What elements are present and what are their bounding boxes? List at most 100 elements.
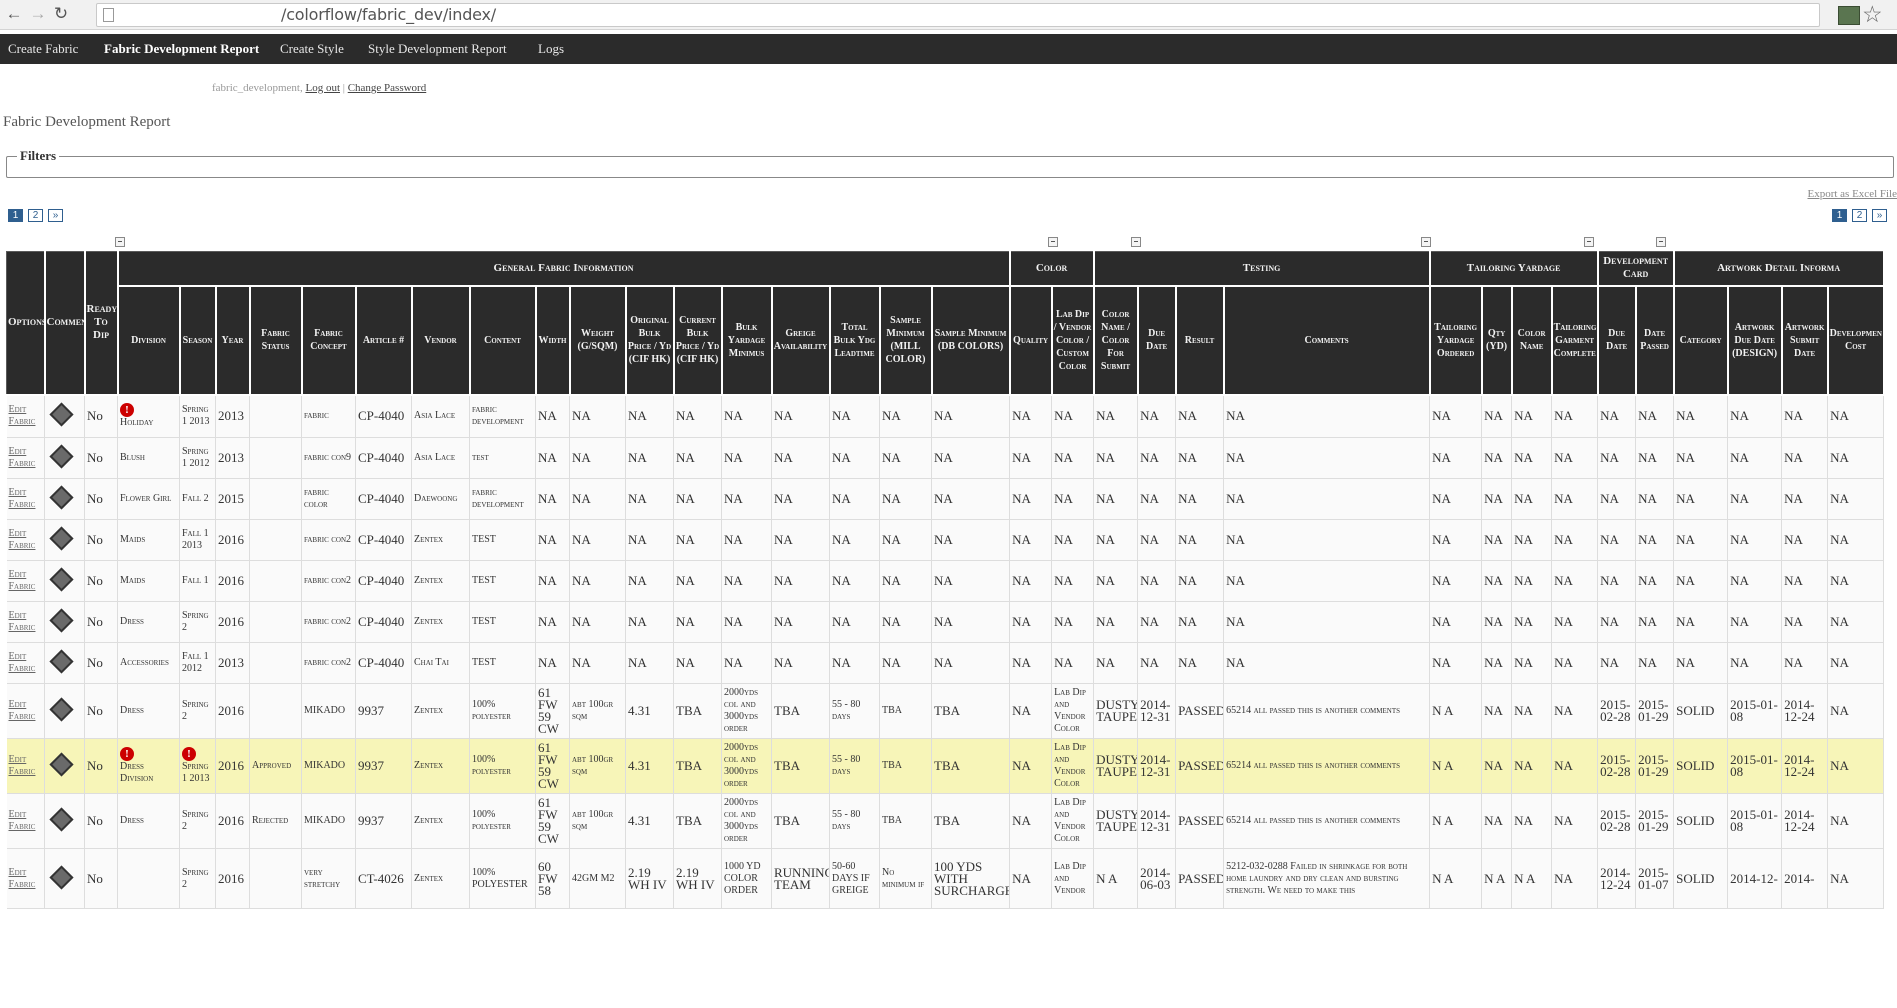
comment-diamond-icon[interactable] (49, 444, 74, 469)
column-header[interactable]: Original Bulk Price / Yd (CIF HK) (625, 285, 675, 396)
edit-fabric-link[interactable]: Edit Fabric (6, 601, 45, 643)
table-row[interactable]: Edit Fabric No Dress Spring 2 2016 MIKADO 9937… (6, 683, 1885, 739)
nav-style-development-report[interactable]: Style Development Report (368, 34, 507, 64)
table-row[interactable]: Edit Fabric No! Dress Division! Spring 1 20… (6, 738, 1885, 794)
column-header[interactable]: Comments (1223, 285, 1431, 396)
forward-icon[interactable]: → (28, 4, 48, 24)
page-2-button[interactable]: 2 (28, 209, 43, 222)
edit-fabric-link[interactable]: Edit Fabric (6, 519, 45, 561)
next-page-button[interactable]: » (48, 209, 63, 222)
column-header[interactable]: Comment (44, 251, 86, 396)
column-header[interactable]: Color Name / Color For Submit (1093, 285, 1139, 396)
bookmark-star-icon[interactable]: ☆ (1862, 1, 1883, 27)
column-header[interactable]: Lab Dip / Vendor Color / Custom Color (1051, 285, 1095, 396)
column-header[interactable]: Developmen Cost (1827, 285, 1885, 396)
column-header[interactable]: Fabric Status (249, 285, 303, 396)
page-2-button[interactable]: 2 (1852, 209, 1867, 222)
column-header[interactable]: Artwork Due Date (DESIGN) (1727, 285, 1783, 396)
table-row[interactable]: Edit Fabric No Dress Spring 2 2016 Rejected MI… (6, 793, 1885, 849)
nav-create-style[interactable]: Create Style (280, 34, 344, 64)
comment-diamond-icon[interactable] (49, 864, 74, 890)
alert-info-icon[interactable]: ! (120, 747, 134, 761)
comment-diamond-icon[interactable] (49, 697, 74, 722)
nav-fabric-development-report[interactable]: Fabric Development Report (104, 34, 259, 64)
collapse-toggle-icon[interactable] (115, 237, 125, 247)
column-header[interactable]: Color Name (1511, 285, 1553, 396)
table-row[interactable]: Edit Fabric No Maids Fall 1 2016 fabric con2 C… (6, 560, 1885, 602)
column-header[interactable]: Fabric Concept (301, 285, 357, 396)
filters-legend[interactable]: Filters (17, 148, 60, 164)
column-header[interactable]: Season (179, 285, 217, 396)
change-password-link[interactable]: Change Password (348, 82, 427, 94)
column-header[interactable]: Greige Availability (771, 285, 831, 396)
comment-diamond-icon[interactable] (49, 752, 74, 777)
column-header[interactable]: Sample Minimum (MILL COLOR) (879, 285, 933, 396)
table-row[interactable]: Edit Fabric No Dress Spring 2 2016 fabric con… (6, 601, 1885, 643)
comment-diamond-icon[interactable] (49, 526, 74, 551)
table-row[interactable]: Edit Fabric No Flower Girl Fall 2 2015 fabric… (6, 478, 1885, 520)
edit-fabric-link[interactable]: Edit Fabric (6, 642, 45, 684)
collapse-toggle-icon[interactable] (1584, 237, 1594, 247)
comment-diamond-icon[interactable] (49, 649, 74, 674)
nav-create-fabric[interactable]: Create Fabric (8, 34, 78, 64)
edit-fabric-link[interactable]: Edit Fabric (6, 738, 45, 794)
table-row[interactable]: Edit Fabric No Maids Fall 1 2013 2016 fabric … (6, 519, 1885, 561)
comment-diamond-icon[interactable] (49, 608, 74, 633)
column-header[interactable]: Current Bulk Price / Yd (CIF HK) (673, 285, 723, 396)
edit-fabric-link[interactable]: Edit Fabric (6, 683, 45, 739)
edit-fabric-link[interactable]: Edit Fabric (6, 478, 45, 520)
column-header[interactable]: Bulk Yardage Minimus (721, 285, 773, 396)
table-row[interactable]: Edit Fabric No Accessories Fall 1 2012 2013 f… (6, 642, 1885, 684)
column-header[interactable]: Division (117, 285, 181, 396)
table-row[interactable]: Edit Fabric No Spring 2 2016 very stretchy CT… (6, 848, 1885, 909)
comment-diamond-icon[interactable] (49, 807, 74, 832)
comment-diamond-icon[interactable] (49, 485, 74, 510)
column-header[interactable]: Artwork Submit Date (1781, 285, 1829, 396)
column-header[interactable]: Quality (1009, 285, 1053, 396)
export-excel-link[interactable]: Export as Excel File (1807, 188, 1897, 200)
back-icon[interactable]: ← (4, 4, 24, 24)
column-header[interactable]: Options (6, 251, 46, 396)
column-header[interactable]: Article # (355, 285, 413, 396)
page-1-button[interactable]: 1 (8, 209, 23, 222)
column-header[interactable]: Tailoring Garment Complete (1551, 285, 1599, 396)
column-header[interactable]: Total Bulk Ydg Leadtime (829, 285, 881, 396)
reload-icon[interactable]: ↻ (51, 4, 71, 24)
column-header[interactable]: Result (1175, 285, 1225, 396)
edit-fabric-link[interactable]: Edit Fabric (6, 848, 45, 909)
nav-logs[interactable]: Logs (538, 34, 564, 64)
column-header[interactable]: Date Passed (1635, 285, 1675, 396)
table-row[interactable]: Edit Fabric No! Holiday Spring 1 2013 2013 fa… (6, 394, 1885, 438)
table-row[interactable]: Edit Fabric No Blush Spring 1 2012 2013 fabri… (6, 437, 1885, 479)
collapse-toggle-icon[interactable] (1421, 237, 1431, 247)
comment-diamond-icon[interactable] (49, 567, 74, 592)
address-bar[interactable]: /colorflow/fabric_dev/index/ (96, 3, 1820, 27)
collapse-toggle-icon[interactable] (1131, 237, 1141, 247)
column-header[interactable]: Weight (G/SQM) (569, 285, 627, 396)
column-header[interactable]: Content (469, 285, 537, 396)
column-header[interactable]: Due Date (1597, 285, 1637, 396)
column-header[interactable]: Category (1673, 285, 1729, 396)
edit-fabric-link[interactable]: Edit Fabric (6, 560, 45, 602)
filters-panel[interactable]: Filters (6, 148, 1894, 178)
collapse-toggle-icon[interactable] (1048, 237, 1058, 247)
edit-fabric-link[interactable]: Edit Fabric (6, 437, 45, 479)
logout-link[interactable]: Log out (305, 82, 340, 94)
comment-diamond-icon[interactable] (49, 402, 74, 427)
extension-icon[interactable] (1838, 6, 1860, 25)
column-header[interactable]: Sample Minimum (DB COLORS) (930, 285, 1011, 396)
column-header[interactable]: Qty (YD) (1481, 285, 1513, 396)
alert-info-icon[interactable]: ! (182, 747, 196, 761)
column-header[interactable]: Tailoring Yardage Ordered (1429, 285, 1483, 396)
column-header[interactable]: Due Date (1137, 285, 1177, 396)
next-page-button[interactable]: » (1872, 209, 1887, 222)
column-header[interactable]: Width (535, 285, 571, 396)
alert-info-icon[interactable]: ! (120, 403, 134, 418)
column-header[interactable]: Vendor (411, 285, 471, 396)
column-header[interactable]: Year (215, 285, 251, 396)
page-1-button[interactable]: 1 (1832, 209, 1847, 222)
collapse-toggle-icon[interactable] (1656, 237, 1666, 247)
edit-fabric-link[interactable]: Edit Fabric (6, 394, 45, 438)
edit-fabric-link[interactable]: Edit Fabric (6, 793, 45, 849)
column-header[interactable]: Ready To Dip (84, 251, 119, 396)
